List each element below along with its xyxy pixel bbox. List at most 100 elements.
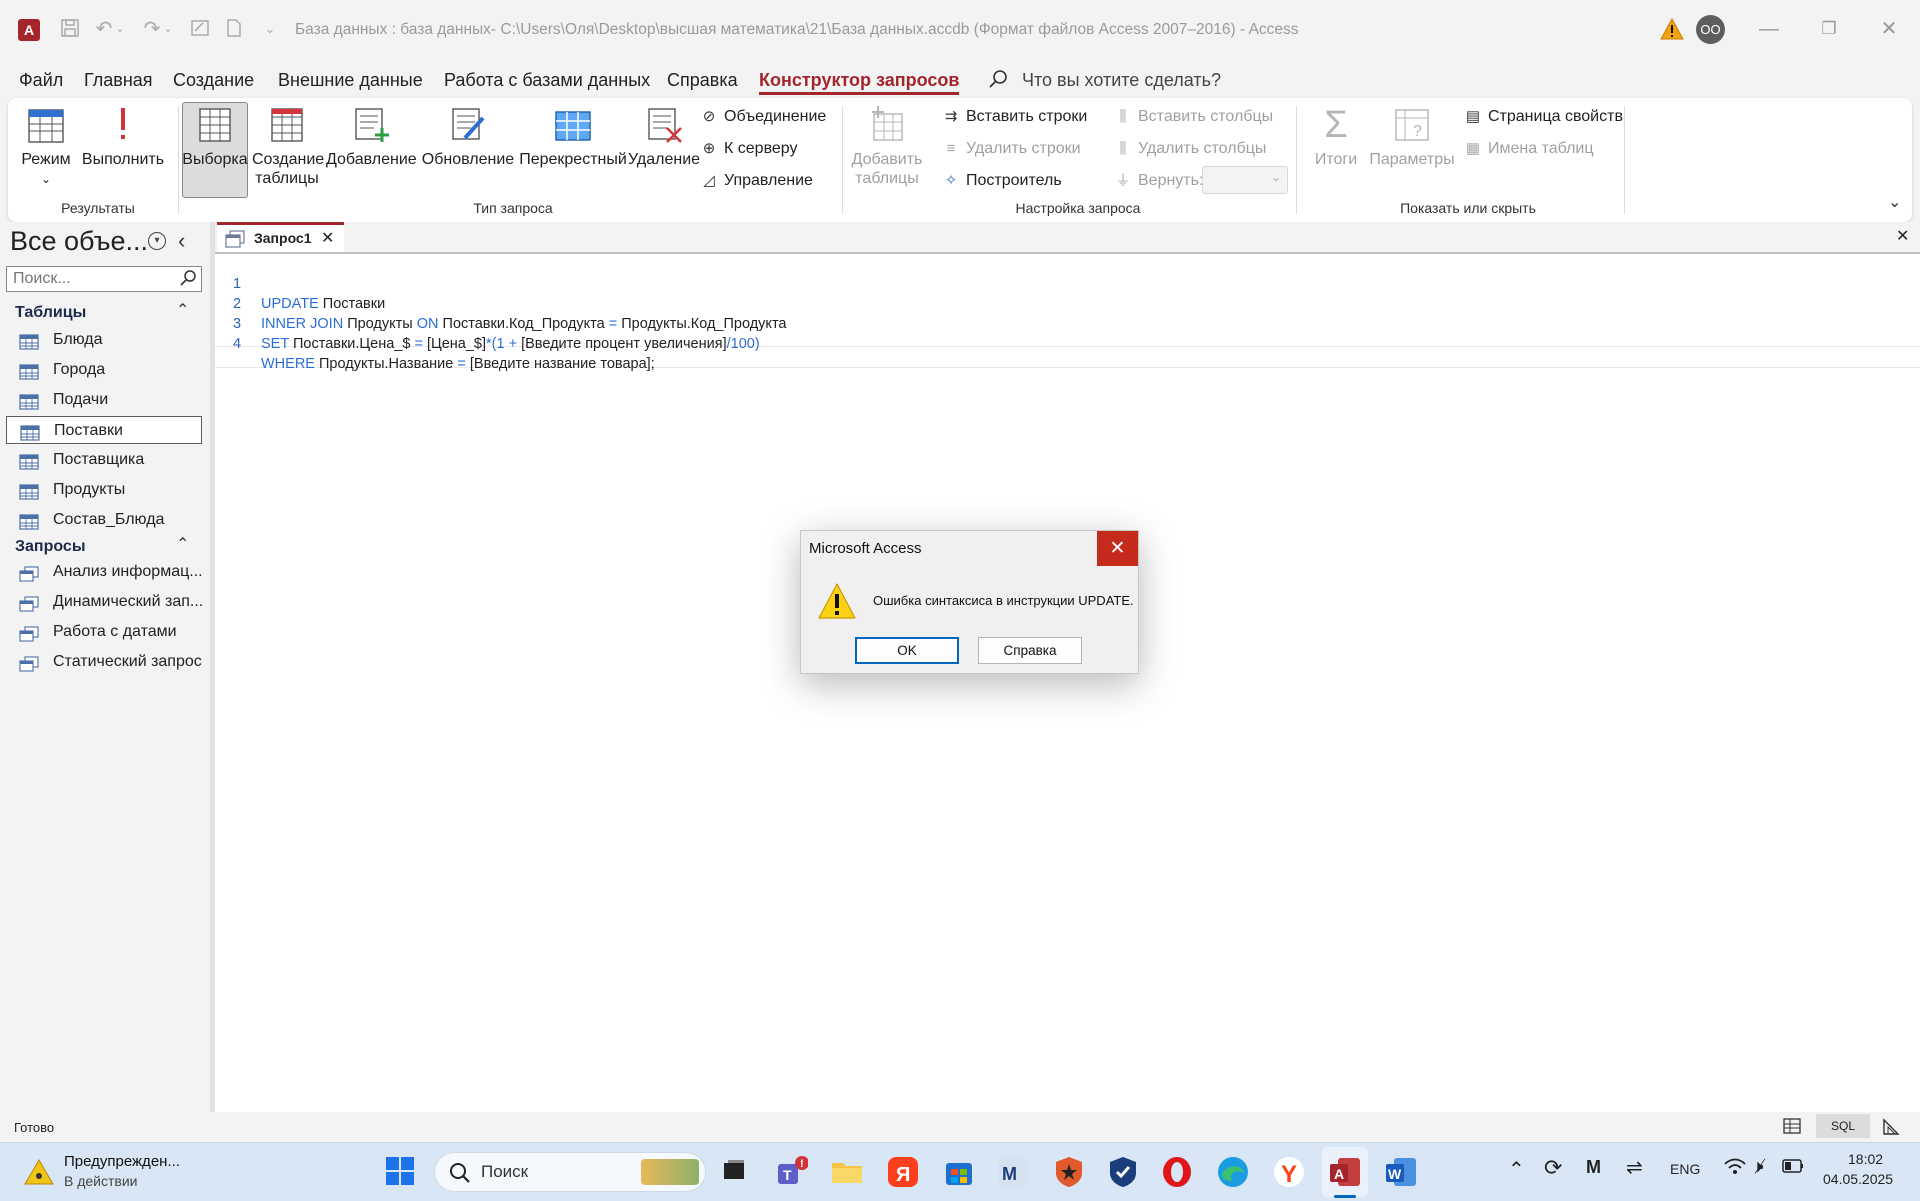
shield-app-icon[interactable] (1106, 1155, 1140, 1189)
close-window-button[interactable]: ✕ (1866, 12, 1912, 46)
property-sheet-button[interactable]: ▤ Страница свойств (1464, 106, 1623, 128)
tab-file[interactable]: Файл (19, 70, 63, 91)
clock-time[interactable]: 18:02 (1848, 1151, 1883, 1167)
crosstab-button[interactable]: Перекрестный (518, 106, 628, 169)
customize-toolbar-icon[interactable]: ⌄ (258, 18, 282, 40)
undo-dropdown-icon[interactable]: ⌄ (114, 18, 126, 40)
security-app-icon[interactable] (1052, 1155, 1086, 1189)
dialog-close-button[interactable]: ✕ (1097, 531, 1138, 566)
app-tray-m-icon[interactable]: M (1586, 1157, 1601, 1178)
opera-icon[interactable] (1160, 1155, 1194, 1189)
view-button[interactable]: Режим ⌄ (20, 106, 72, 189)
return-select[interactable]: ⌄ (1202, 166, 1288, 194)
run-button[interactable]: Выполнить (80, 106, 166, 169)
tab-help[interactable]: Справка (667, 70, 738, 91)
nav-search-input[interactable] (13, 270, 173, 288)
yandex-icon[interactable]: Я (886, 1155, 920, 1189)
tab-external-data[interactable]: Внешние данные (278, 70, 423, 91)
search-icon[interactable] (988, 69, 1008, 93)
language-indicator[interactable]: ENG (1670, 1161, 1700, 1177)
update-button[interactable]: Обновление (420, 106, 516, 169)
nav-table-item[interactable]: Города (6, 356, 202, 384)
nav-query-item[interactable]: Статический запрос (6, 648, 202, 676)
nav-query-item[interactable]: Работа с датами (6, 618, 202, 646)
datasheet-view-icon[interactable] (1782, 1116, 1802, 1140)
warning-icon[interactable] (1660, 17, 1684, 44)
close-document-icon[interactable]: ✕ (1896, 226, 1909, 246)
nav-table-item[interactable]: Продукты (6, 476, 202, 504)
collapse-nav-icon[interactable]: ‹ (178, 228, 185, 254)
battery-icon[interactable] (1782, 1159, 1804, 1177)
form-icon[interactable] (188, 18, 212, 40)
taskbar-search[interactable]: Поиск (434, 1152, 706, 1192)
restore-button[interactable]: ❐ (1806, 12, 1852, 46)
data-definition-button[interactable]: ◿ Управление (700, 170, 813, 192)
edge-icon[interactable] (1216, 1155, 1250, 1189)
save-icon[interactable] (58, 18, 82, 40)
make-table-button[interactable]: Создание таблицы (252, 106, 324, 188)
access-taskbar-icon[interactable]: A (1328, 1155, 1362, 1189)
tab-query-design[interactable]: Конструктор запросов (759, 70, 960, 95)
nav-table-item[interactable]: Подачи (6, 386, 202, 414)
new-document-icon[interactable] (222, 18, 246, 40)
delete-rows-button[interactable]: ≡ Удалить строки (942, 138, 1081, 160)
store-icon[interactable] (942, 1155, 976, 1189)
volume-muted-icon[interactable]: 🕨̸ (1752, 1156, 1763, 1177)
notification-widget[interactable]: Предупрежден... В действии (20, 1149, 200, 1195)
builder-button[interactable]: ✧ Построитель (942, 170, 1062, 192)
yandex-browser-icon[interactable]: Y (1272, 1155, 1306, 1189)
append-button[interactable]: Добавление (326, 106, 417, 169)
clock-date[interactable]: 04.05.2025 (1823, 1171, 1893, 1187)
settings-tray-icon[interactable]: ⇌ (1626, 1155, 1643, 1180)
tab-home[interactable]: Главная (84, 70, 153, 91)
tab-create[interactable]: Создание (173, 70, 254, 91)
start-button[interactable] (384, 1155, 418, 1189)
nav-query-item[interactable]: Динамический зап... (6, 588, 202, 616)
task-view-icon[interactable] (718, 1155, 752, 1189)
search-icon[interactable] (179, 269, 197, 291)
word-taskbar-icon[interactable]: W (1384, 1155, 1418, 1189)
nav-table-item[interactable]: Блюда (6, 326, 202, 354)
nav-search[interactable] (6, 266, 202, 292)
tab-database-tools[interactable]: Работа с базами данных (444, 70, 650, 91)
collapse-queries-icon[interactable]: ⌃ (176, 534, 189, 554)
close-tab-icon[interactable]: ✕ (321, 228, 334, 248)
sql-view-button[interactable]: SQL (1816, 1114, 1870, 1138)
tell-me-input[interactable]: Что вы хотите сделать? (1022, 70, 1221, 91)
redo-dropdown-icon[interactable]: ⌄ (162, 18, 174, 40)
table-names-button[interactable]: ▦ Имена таблиц (1464, 138, 1594, 160)
union-button[interactable]: ⊘ Объединение (700, 106, 827, 128)
nav-filter-icon[interactable]: ▾ (148, 232, 166, 250)
nav-table-item[interactable]: Поставки (6, 416, 202, 444)
queries-section-header[interactable]: Запросы (15, 538, 85, 556)
access-app-icon[interactable]: A (18, 19, 40, 41)
wifi-icon[interactable] (1724, 1157, 1746, 1181)
totals-button[interactable]: Σ Итоги (1308, 106, 1364, 169)
ok-button[interactable]: OK (855, 637, 959, 664)
pass-through-button[interactable]: ⊕ К серверу (700, 138, 798, 160)
sync-icon[interactable]: ⟳ (1544, 1155, 1562, 1181)
redo-icon[interactable]: ↷ (140, 18, 164, 40)
nav-table-item[interactable]: Поставщика (6, 446, 202, 474)
tab-query1[interactable]: Запрос1 ✕ (217, 222, 344, 252)
insert-rows-button[interactable]: ⇉ Вставить строки (942, 106, 1088, 128)
tables-section-header[interactable]: Таблицы (15, 304, 86, 322)
design-view-icon[interactable] (1882, 1116, 1902, 1140)
help-button[interactable]: Справка (978, 637, 1082, 664)
minimize-button[interactable]: — (1746, 12, 1792, 46)
delete-columns-button[interactable]: ⫼ Удалить столбцы (1114, 138, 1267, 160)
app-m-icon[interactable]: M (996, 1155, 1030, 1189)
teams-icon[interactable]: T! (774, 1155, 809, 1189)
add-tables-button[interactable]: Добавить таблицы (850, 106, 924, 188)
sql-editor[interactable]: 1 UPDATE Поставки 2 INNER JOIN Продукты … (215, 254, 1920, 1112)
show-hidden-icons[interactable]: ⌃ (1508, 1157, 1525, 1182)
insert-columns-button[interactable]: ⫼ Вставить столбцы (1114, 106, 1274, 128)
delete-query-button[interactable]: Удаление (626, 106, 702, 169)
select-query-button[interactable]: Выборка (182, 106, 248, 169)
undo-icon[interactable]: ↶ (92, 18, 116, 40)
parameters-button[interactable]: ? Параметры (1366, 106, 1458, 169)
nav-pane-title[interactable]: Все объе... (10, 226, 148, 257)
file-explorer-icon[interactable] (830, 1155, 864, 1189)
user-avatar[interactable]: OO (1696, 15, 1725, 44)
nav-table-item[interactable]: Состав_Блюда (6, 506, 202, 534)
